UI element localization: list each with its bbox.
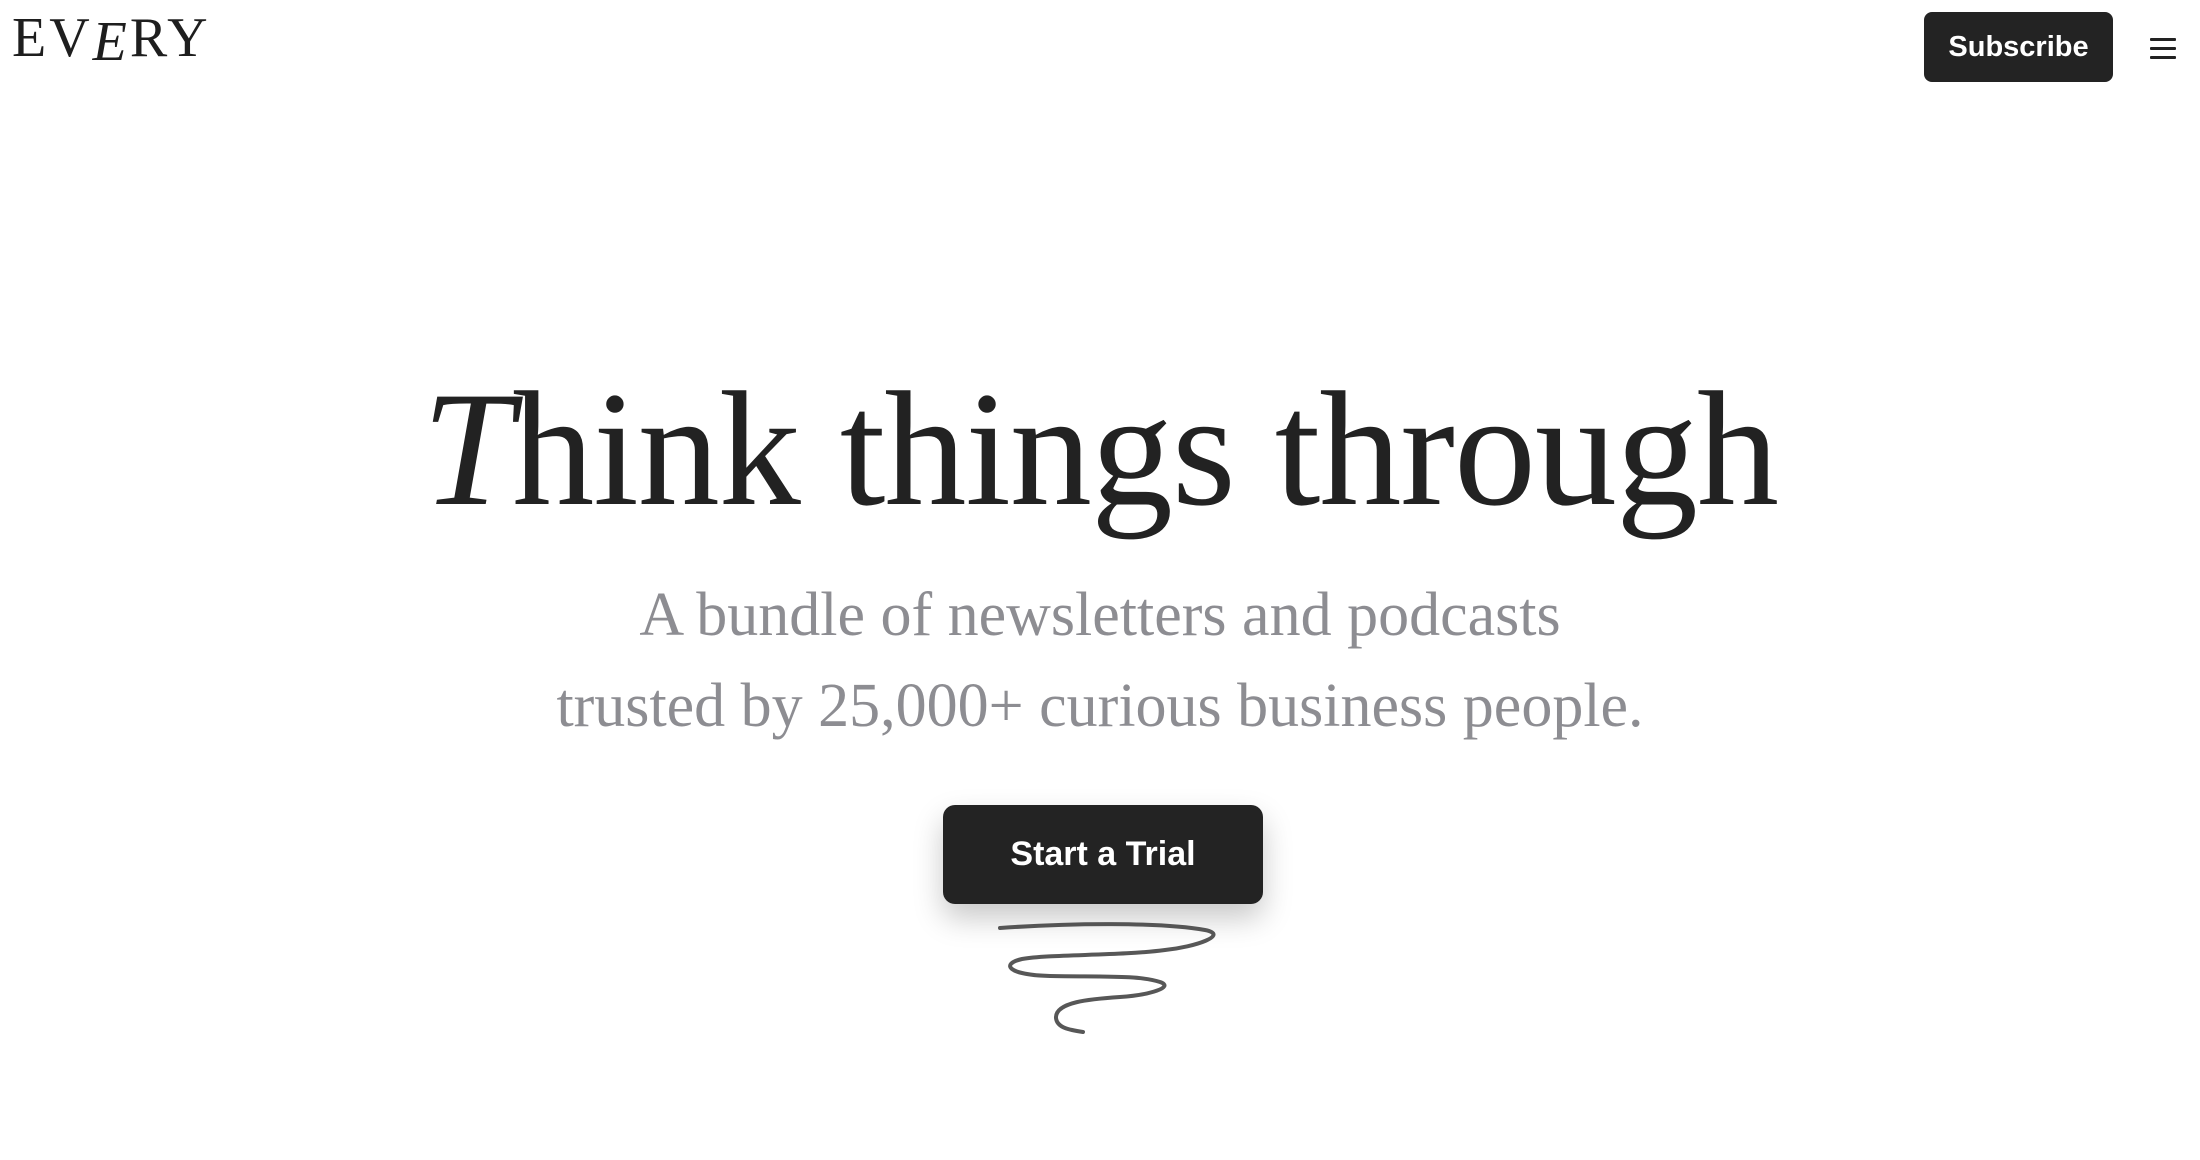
hero-title-initial: T xyxy=(422,359,513,540)
logo-text-start: EV xyxy=(12,7,93,69)
page: EVERY Subscribe Think things through A b… xyxy=(0,0,2200,1160)
hero-subtitle-line-1: A bundle of newsletters and podcasts xyxy=(639,581,1561,649)
logo-text-special: E xyxy=(92,11,130,73)
hero-title: Think things through xyxy=(0,368,2200,532)
logo-text-end: RY xyxy=(129,7,211,69)
hero-subtitle: A bundle of newsletters and podcasts tru… xyxy=(0,570,2200,752)
scribble-icon xyxy=(998,922,1216,1034)
hamburger-menu-icon[interactable] xyxy=(2150,28,2180,68)
every-logo[interactable]: EVERY xyxy=(12,7,211,70)
hero-title-rest: hink things through xyxy=(512,359,1779,540)
subscribe-button[interactable]: Subscribe xyxy=(1924,12,2113,82)
start-trial-button[interactable]: Start a Trial xyxy=(943,805,1263,904)
hero-subtitle-line-2: trusted by 25,000+ curious business peop… xyxy=(556,672,1644,740)
top-header: EVERY Subscribe xyxy=(0,0,2200,96)
